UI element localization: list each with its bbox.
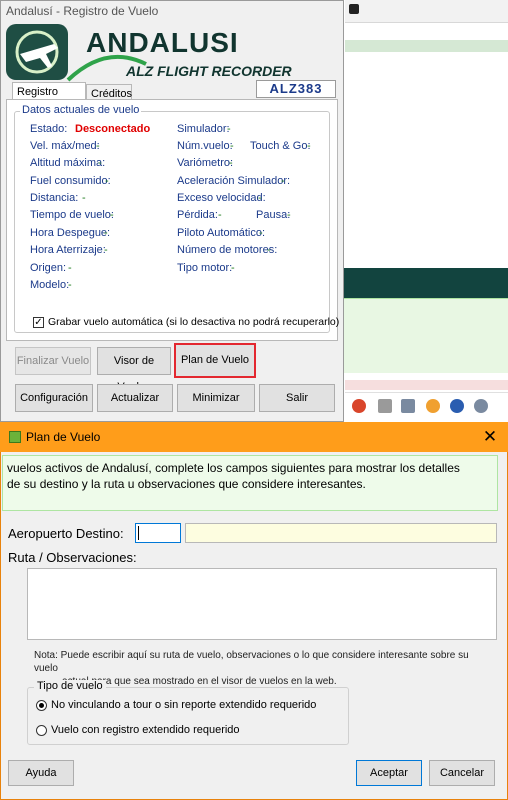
dialog-title: Plan de Vuelo <box>26 430 101 444</box>
andalusi-logo: ANDALUSI ALZ FLIGHT RECORDER <box>6 24 336 84</box>
window-title: Andalusí - Registro de Vuelo <box>6 4 159 18</box>
origen-value: - <box>68 262 72 274</box>
variometro-value: - <box>229 157 233 169</box>
motores-value: - <box>267 244 271 256</box>
app-icon <box>9 431 21 443</box>
aceleracion-label: Aceleración Simulador: <box>177 175 291 187</box>
pausa-label: Pausa: <box>256 209 291 221</box>
destination-code-input[interactable] <box>135 523 181 543</box>
motores-label: Número de motores: <box>177 244 278 256</box>
distancia-value: - <box>82 192 86 204</box>
info-line-2: de su destino y la ruta u observaciones … <box>7 477 366 491</box>
tiempo-value: - <box>110 209 114 221</box>
callsign: ALZ383 <box>269 81 323 96</box>
distancia-label: Distancia: <box>30 192 79 204</box>
cancel-button[interactable]: Cancelar <box>429 760 495 786</box>
note-line-1: Nota: Puede escribir aquí su ruta de vue… <box>34 650 469 674</box>
touch-go-label: Touch & Go: <box>250 140 311 152</box>
visor-vuelos-button[interactable]: Visor de Vuelos <box>97 347 171 393</box>
help-button[interactable]: Ayuda <box>8 760 74 786</box>
radio-no-vinculado[interactable] <box>36 700 47 711</box>
aterrizaje-label: Hora Aterrizaje: <box>30 244 106 256</box>
altitud-value: - <box>98 157 102 169</box>
simulador-label: Simulador: <box>177 123 230 135</box>
fuel-label: Fuel consumido: <box>30 175 111 187</box>
toolbar-smiley-icon[interactable] <box>426 399 440 413</box>
piloto-value: - <box>259 227 263 239</box>
num-vuelo-label: Núm.vuelo: <box>177 140 233 152</box>
tiempo-label: Tiempo de vuelo: <box>30 209 114 221</box>
accept-button[interactable]: Aceptar <box>356 760 422 786</box>
radio-registro-extendido[interactable] <box>36 725 47 736</box>
close-icon[interactable]: ✕ <box>478 425 502 449</box>
tipo-motor-label: Tipo motor: <box>177 262 233 274</box>
toolbar-globe-icon[interactable] <box>474 399 488 413</box>
radio-no-vinculado-label[interactable]: No vinculando a tour o sin reporte exten… <box>51 699 316 711</box>
tab-creditos[interactable]: Créditos <box>86 84 132 100</box>
toolbar-omega-icon[interactable] <box>450 399 464 413</box>
num-vuelo-value: - <box>230 140 234 152</box>
toolbar-list-icon[interactable] <box>378 399 392 413</box>
aceleracion-value: - <box>281 175 285 187</box>
radio-registro-extendido-label[interactable]: Vuelo con registro extendido requerido <box>51 724 240 736</box>
tab-registro-vuelo[interactable]: Registro Vuelo <box>12 82 86 110</box>
touch-go-value: - <box>307 140 311 152</box>
aterrizaje-value: - <box>104 244 108 256</box>
radio-selected-dot <box>39 703 44 708</box>
despegue-value: - <box>104 227 108 239</box>
route-textarea[interactable] <box>27 568 497 640</box>
background-close-icon <box>349 4 359 14</box>
simulador-value: - <box>227 123 231 135</box>
logo-graphic: ANDALUSI ALZ FLIGHT RECORDER <box>6 24 293 82</box>
flight-type-title: Tipo de vuelo <box>34 680 106 692</box>
pausa-value: - <box>287 209 291 221</box>
finalizar-vuelo-button[interactable]: Finalizar Vuelo <box>15 347 91 375</box>
destination-label: Aeropuerto Destino: <box>8 526 124 541</box>
piloto-label: Piloto Automático: <box>177 227 266 239</box>
destination-name-field[interactable] <box>185 523 497 543</box>
info-message: vuelos activos de Andalusí, complete los… <box>2 455 498 511</box>
auto-record-label: Grabar vuelo automática (si lo desactiva… <box>48 316 340 328</box>
altitud-label: Altitud máxima: <box>30 157 106 169</box>
estado-label: Estado: <box>30 123 68 135</box>
modelo-label: Modelo: <box>30 279 70 291</box>
info-line-1: vuelos activos de Andalusí, complete los… <box>7 461 460 475</box>
despegue-label: Hora Despegue: <box>30 227 111 239</box>
vel-label: Vel. máx/med: <box>30 140 100 152</box>
salir-button[interactable]: Salir <box>259 384 335 412</box>
background-green-strip <box>345 40 508 52</box>
perdida-value: - <box>218 209 222 221</box>
auto-record-checkbox[interactable]: ✓ <box>33 317 44 328</box>
flight-type-group <box>27 687 349 745</box>
tipo-motor-value: - <box>231 262 235 274</box>
background-pink-strip <box>345 380 508 390</box>
group-title: Datos actuales de vuelo <box>20 104 142 116</box>
fuel-value: - <box>105 175 109 187</box>
vel-value: - <box>96 140 100 152</box>
toolbar-table-icon[interactable] <box>401 399 415 413</box>
background-browser-bar <box>345 0 508 23</box>
configuracion-button[interactable]: Configuración <box>15 384 93 412</box>
minimizar-button[interactable]: Minimizar <box>177 384 255 412</box>
actualizar-button[interactable]: Actualizar <box>97 384 173 412</box>
variometro-label: Variómetro: <box>177 157 234 169</box>
toolbar-record-icon[interactable] <box>352 399 366 413</box>
text-caret <box>138 526 139 540</box>
plan-vuelo-button[interactable]: Plan de Vuelo <box>174 343 256 378</box>
modelo-value: - <box>68 279 72 291</box>
origen-label: Origen: <box>30 262 67 274</box>
estado-value: Desconectado <box>75 123 151 135</box>
perdida-label: Pérdida: <box>177 209 218 221</box>
exceso-value: - <box>258 192 262 204</box>
exceso-label: Exceso velocidad: <box>177 192 266 204</box>
logo-subtitle-text: ALZ FLIGHT RECORDER <box>125 63 293 79</box>
logo-brand-text: ANDALUSI <box>86 27 239 58</box>
route-label: Ruta / Observaciones: <box>8 550 137 565</box>
